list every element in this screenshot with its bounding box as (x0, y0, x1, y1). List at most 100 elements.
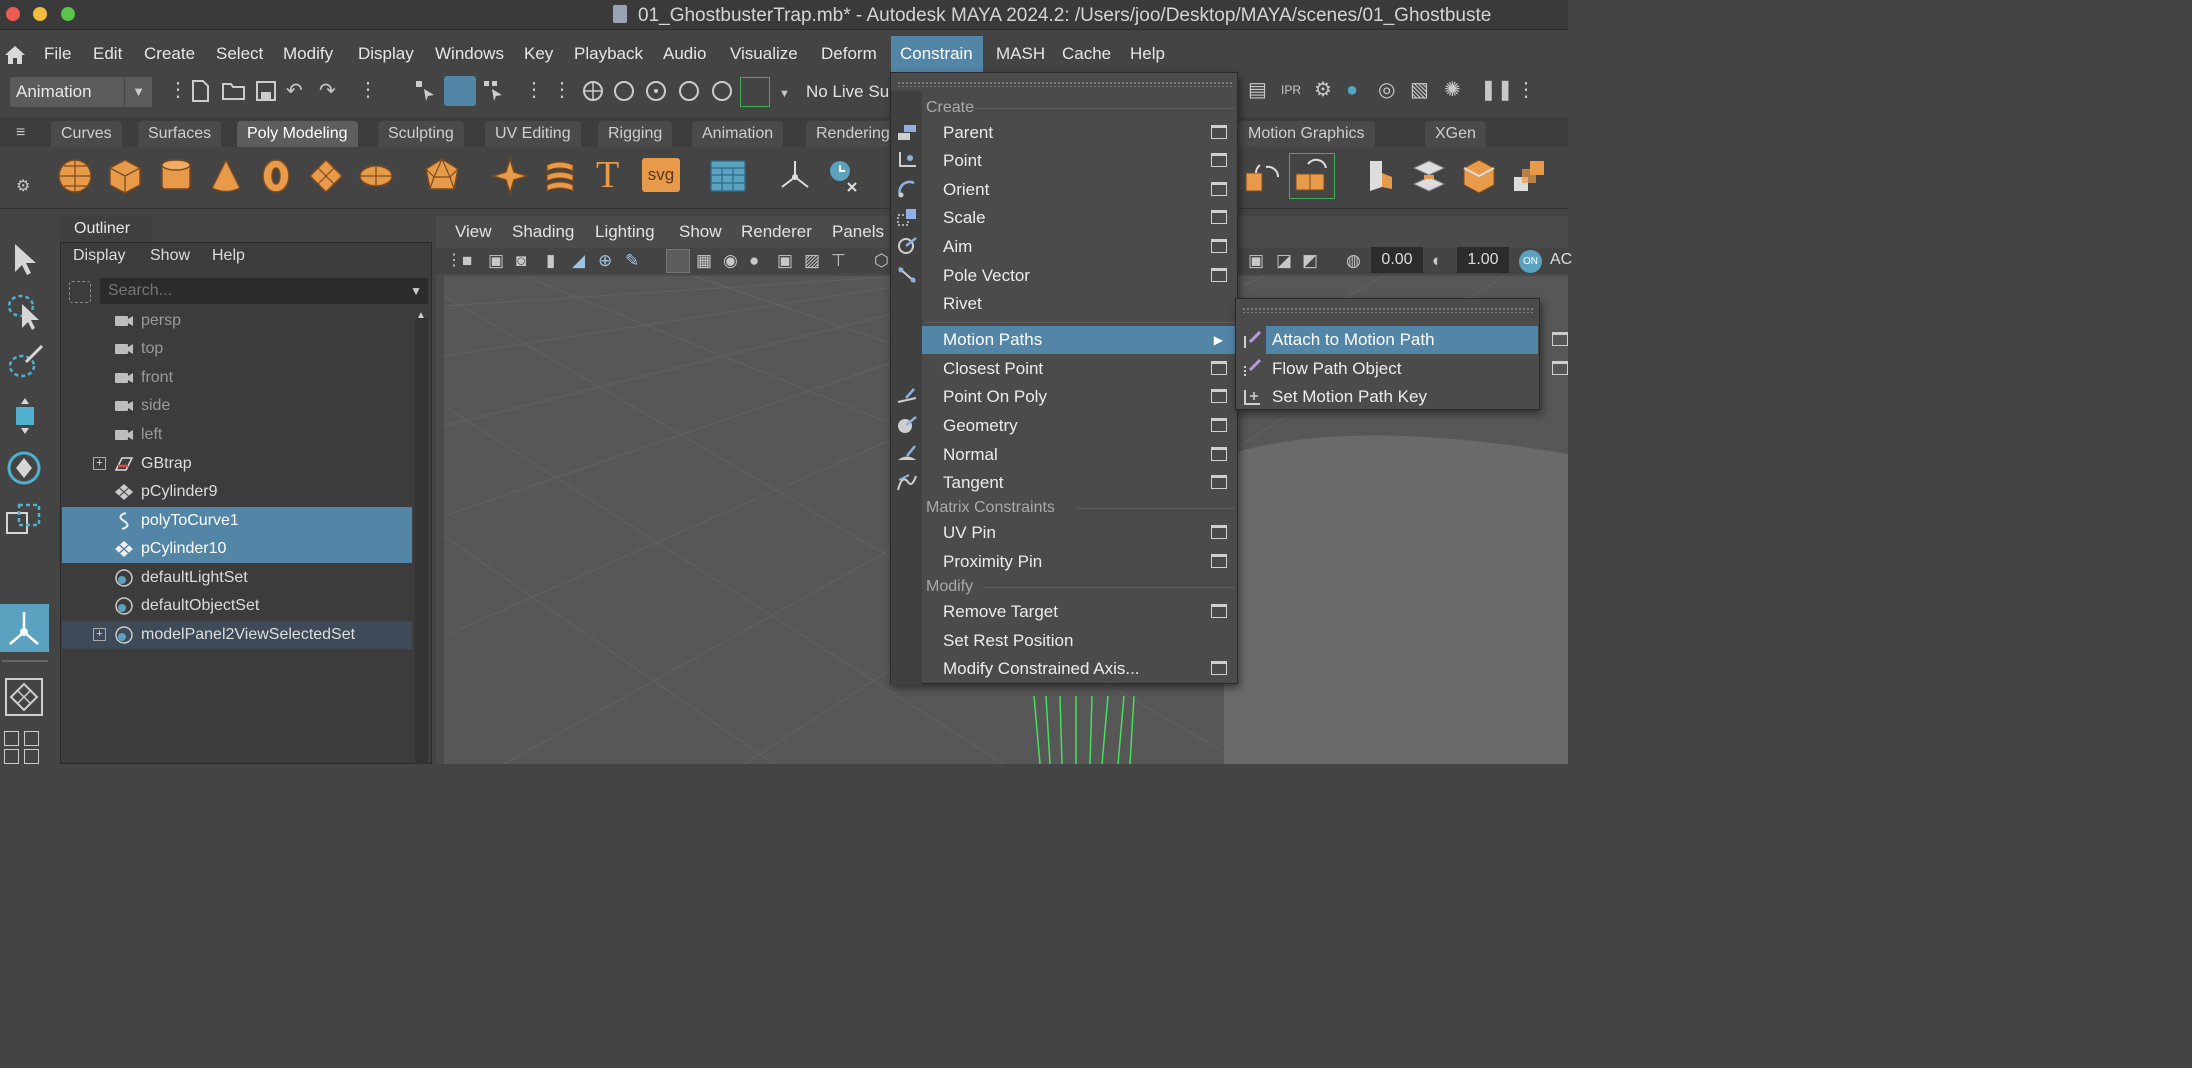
select-object-icon[interactable] (444, 76, 476, 106)
menu-create[interactable]: Create (135, 36, 204, 72)
safe-action-icon[interactable]: ▨ (804, 251, 820, 271)
menu-audio[interactable]: Audio (654, 36, 715, 72)
outliner-tab[interactable]: Outliner (60, 216, 151, 242)
bookmark-icon[interactable]: ▮ (546, 251, 555, 271)
expand-icon[interactable]: + (93, 457, 106, 470)
menu-edit[interactable]: Edit (84, 36, 131, 72)
menu-item-attach-to-motion-path[interactable]: Attach to Motion Path (1266, 326, 1568, 354)
lock-camera-icon[interactable]: ▣ (488, 251, 504, 271)
menuset-dropdown[interactable]: Animation ▼ (10, 77, 152, 107)
option-box-icon[interactable] (1211, 210, 1227, 224)
menu-item-normal[interactable]: Normal (922, 441, 1237, 469)
menu-item-rivet[interactable]: Rivet (922, 290, 1237, 318)
menu-item-point[interactable]: Point (922, 147, 1237, 175)
two-d-pan-zoom-icon[interactable]: ⊕ (598, 251, 612, 271)
snap-to-view-plane-icon[interactable] (676, 78, 702, 104)
chevron-down-icon[interactable]: ▼ (410, 284, 422, 298)
viewport-menu-renderer[interactable]: Renderer (741, 222, 812, 242)
move-tool-icon[interactable] (8, 396, 42, 436)
bridge-icon[interactable] (1510, 157, 1548, 195)
light-editor-icon[interactable]: ▧ (1410, 80, 1429, 100)
poly-cone-icon[interactable] (207, 157, 245, 195)
outliner-row-left[interactable]: left (62, 421, 412, 449)
poly-disc-icon[interactable] (357, 157, 395, 195)
scale-tool-icon[interactable] (5, 501, 43, 541)
make-live-icon[interactable] (709, 78, 735, 104)
menu-item-modify-constrained-axis[interactable]: Modify Constrained Axis... (922, 655, 1237, 683)
expand-icon[interactable]: + (93, 628, 106, 641)
minimize-window-button[interactable] (33, 7, 47, 21)
tear-off-handle[interactable] (1242, 307, 1534, 313)
manipulator-tool-icon[interactable] (0, 604, 49, 652)
close-window-button[interactable] (6, 7, 20, 21)
option-box-icon[interactable] (1552, 361, 1568, 375)
grid-toggle-icon[interactable] (666, 249, 690, 273)
poly-cylinder-icon[interactable] (157, 157, 195, 195)
option-box-icon[interactable] (1211, 554, 1227, 568)
outliner-row-pcylinder9[interactable]: pCylinder9 (62, 478, 412, 506)
shelf-tab-poly-modeling[interactable]: Poly Modeling (237, 121, 358, 147)
separate-icon[interactable] (1410, 157, 1448, 195)
poly-torus-icon[interactable] (257, 157, 295, 195)
menu-item-point-on-poly[interactable]: Point On Poly (922, 383, 1237, 411)
types-grid-icon[interactable] (709, 157, 747, 195)
pause-icon[interactable]: ❚❚ (1480, 80, 1514, 100)
outliner-search-input[interactable] (106, 278, 396, 304)
rotate-tool-icon[interactable] (4, 448, 44, 488)
filter-icon[interactable] (69, 281, 91, 303)
tear-off-handle[interactable] (897, 81, 1233, 87)
layout-buttons-icon[interactable] (4, 731, 44, 764)
menu-windows[interactable]: Windows (426, 36, 513, 72)
option-box-icon[interactable] (1211, 389, 1227, 403)
select-camera-icon[interactable]: ■ (462, 251, 472, 271)
outliner-menu-help[interactable]: Help (212, 247, 245, 265)
extrude-icon[interactable] (1460, 157, 1498, 195)
viewport-menu-view[interactable]: View (455, 222, 492, 242)
gear-icon[interactable]: ⚙ (16, 177, 30, 197)
menu-item-geometry[interactable]: Geometry (922, 412, 1237, 440)
menu-item-tangent[interactable]: Tangent (922, 469, 1237, 497)
chevron-up-icon[interactable]: ▲ (416, 310, 426, 321)
menu-playback[interactable]: Playback (565, 36, 652, 72)
undo-icon[interactable]: ↶ (286, 81, 303, 101)
menu-item-uv-pin[interactable]: UV Pin (922, 519, 1237, 547)
menu-item-flow-path-object[interactable]: Flow Path Object (1266, 355, 1568, 383)
poly-plane-icon[interactable] (307, 157, 345, 195)
extract-icon[interactable] (1360, 157, 1398, 195)
option-box-icon[interactable] (1211, 447, 1227, 461)
select-component-icon[interactable] (482, 79, 506, 103)
option-box-icon[interactable] (1211, 239, 1227, 253)
outliner-row-gbtrap[interactable]: + GBtrap (62, 450, 412, 478)
poly-cube-icon[interactable] (106, 157, 144, 195)
snap-to-point-icon[interactable] (643, 78, 669, 104)
live-surface-field[interactable]: No Live Sur (806, 82, 895, 102)
delete-history-icon[interactable] (824, 157, 862, 195)
menu-item-proximity-pin[interactable]: Proximity Pin (922, 548, 1237, 576)
menu-item-orient[interactable]: Orient (922, 176, 1237, 204)
shelf-tab-surfaces[interactable]: Surfaces (138, 121, 222, 147)
outliner-row-pcylinder10[interactable]: pCylinder10 (62, 535, 412, 563)
open-scene-icon[interactable] (222, 81, 246, 101)
render-settings-icon[interactable]: ⚙ (1314, 80, 1332, 100)
menu-modify[interactable]: Modify (274, 36, 342, 72)
render-light-icon[interactable]: ✺ (1444, 80, 1461, 100)
xray-joints-icon[interactable]: ◩ (1302, 251, 1318, 271)
outliner-row-defaultlightset[interactable]: defaultLightSet (62, 564, 412, 592)
menu-item-set-motion-path-key[interactable]: Set Motion Path Key (1266, 383, 1538, 411)
option-box-icon[interactable] (1211, 475, 1227, 489)
option-box-icon[interactable] (1211, 361, 1227, 375)
view-transform-label[interactable]: AC (1550, 251, 1572, 269)
safe-title-icon[interactable]: ⊤ (831, 251, 846, 271)
select-hierarchy-icon[interactable] (414, 79, 438, 103)
new-scene-icon[interactable] (191, 80, 209, 102)
combine-icon[interactable] (1289, 153, 1335, 199)
menu-item-motion-paths[interactable]: Motion Paths ▶ (922, 326, 1237, 354)
sweep-mesh-icon[interactable] (541, 157, 579, 195)
resolution-gate-icon[interactable]: ◉ (723, 251, 738, 271)
wireframe-icon[interactable]: ⬡ (874, 251, 889, 271)
paint-select-tool-icon[interactable] (6, 342, 44, 382)
outliner-row-persp[interactable]: persp (62, 307, 412, 335)
shelf-tab-animation[interactable]: Animation (692, 121, 784, 147)
shelf-tab-sculpting[interactable]: Sculpting (378, 121, 464, 147)
hypershade-icon[interactable]: ● (1346, 80, 1358, 100)
